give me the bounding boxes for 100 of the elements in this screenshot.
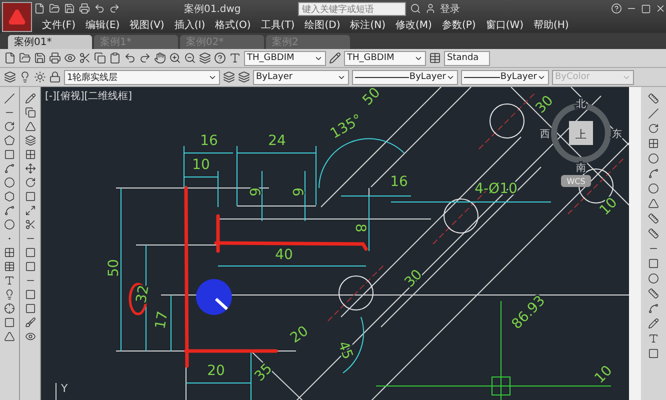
square-icon[interactable]: [4, 317, 16, 328]
lineweight-dropdown[interactable]: ByLayer: [461, 70, 549, 84]
curve-icon[interactable]: [4, 163, 16, 174]
view-cube-label[interactable]: 上: [575, 128, 586, 141]
ruler-icon[interactable]: [648, 288, 659, 299]
layers-icon[interactable]: [199, 52, 211, 64]
triangle-icon[interactable]: [24, 121, 36, 132]
menu-item[interactable]: 视图(V): [130, 18, 164, 32]
hatch-icon[interactable]: [4, 247, 16, 258]
menu-item[interactable]: 编辑(E): [86, 18, 120, 32]
dimension-style-dropdown[interactable]: TH_GBDIM: [344, 50, 426, 66]
compass-north[interactable]: 北: [576, 99, 586, 110]
brush-icon[interactable]: [24, 317, 36, 328]
login-link[interactable]: 登录: [440, 2, 460, 16]
scroll-bar[interactable]: [628, 87, 641, 400]
redo-icon[interactable]: [109, 3, 120, 14]
circle-icon[interactable]: [4, 177, 16, 188]
line-icon[interactable]: [4, 93, 16, 104]
curve-icon[interactable]: [648, 303, 659, 314]
ruler-icon[interactable]: [648, 228, 659, 239]
compass-west[interactable]: 西: [540, 129, 550, 140]
stretch-icon[interactable]: [24, 205, 36, 216]
menu-item[interactable]: 格式(O): [215, 18, 251, 32]
paste-icon[interactable]: [109, 52, 121, 64]
square-icon[interactable]: [648, 258, 659, 269]
folder-icon[interactable]: [19, 52, 31, 64]
menu-item[interactable]: 工具(T): [260, 18, 295, 32]
help-icon[interactable]: [214, 52, 226, 64]
circle-icon[interactable]: [648, 183, 659, 194]
eye-icon[interactable]: [24, 331, 36, 342]
circle-icon[interactable]: [648, 153, 659, 164]
menu-item[interactable]: 绘图(D): [304, 18, 340, 32]
spline-icon[interactable]: [4, 205, 16, 216]
pencil-icon[interactable]: [24, 93, 36, 104]
table-style-dropdown[interactable]: Standa: [444, 50, 490, 66]
ellipse-icon[interactable]: [4, 219, 16, 230]
trim-icon[interactable]: [24, 219, 36, 230]
preview-icon[interactable]: [64, 52, 76, 64]
text-icon[interactable]: [4, 275, 16, 286]
layers-icon[interactable]: [24, 135, 36, 146]
menu-item[interactable]: 插入(I): [174, 18, 206, 32]
pencil-icon[interactable]: [648, 318, 659, 329]
rectangle-icon[interactable]: [4, 149, 16, 160]
sun-icon[interactable]: [34, 71, 46, 83]
layers-icon[interactable]: [238, 71, 250, 83]
layer-dropdown[interactable]: 1轮廓实线层: [64, 70, 220, 84]
printer-icon[interactable]: [79, 3, 90, 14]
layers-icon[interactable]: [4, 71, 16, 83]
close-icon[interactable]: [655, 3, 666, 14]
menu-item[interactable]: 窗口(W): [486, 18, 524, 32]
bulb-icon[interactable]: [4, 289, 16, 300]
maximize-icon[interactable]: [641, 4, 651, 14]
arc-icon[interactable]: [648, 123, 659, 134]
dimension-style-icon[interactable]: [329, 52, 341, 64]
pan-icon[interactable]: [154, 52, 166, 64]
undo-icon[interactable]: [94, 3, 105, 14]
move-icon[interactable]: [24, 163, 36, 174]
viewport-label[interactable]: [-][俯视][二维线框]: [44, 91, 132, 102]
undo-icon[interactable]: [124, 52, 136, 64]
new-icon[interactable]: [4, 52, 16, 64]
menu-item[interactable]: 帮助(H): [534, 18, 569, 32]
compass-south[interactable]: 南: [576, 163, 586, 174]
lock-icon[interactable]: [49, 71, 61, 83]
slash-icon[interactable]: [648, 108, 659, 119]
grid-icon[interactable]: [648, 138, 659, 149]
table-style-icon[interactable]: [429, 52, 441, 64]
menu-item[interactable]: 修改(M): [396, 18, 432, 32]
redo-icon[interactable]: [139, 52, 151, 64]
save-icon[interactable]: [34, 52, 46, 64]
triangle-icon[interactable]: [4, 331, 16, 342]
text-icon[interactable]: [648, 333, 659, 344]
text-style-icon[interactable]: [229, 52, 241, 64]
menu-item[interactable]: 文件(F): [42, 18, 76, 32]
zoom-icon[interactable]: [169, 52, 181, 64]
text-style-dropdown[interactable]: TH_GBDIM: [244, 50, 326, 66]
user-icon[interactable]: [425, 3, 436, 14]
document-tab[interactable]: 案例01*: [8, 35, 92, 49]
ruler-icon[interactable]: [648, 93, 659, 104]
ucs-menu-tag[interactable]: [560, 175, 591, 187]
grid-icon[interactable]: [24, 149, 36, 160]
cut-icon[interactable]: [79, 52, 91, 64]
view-cube-face[interactable]: [568, 121, 593, 145]
zoom-out-icon[interactable]: [184, 52, 196, 64]
table-icon[interactable]: [4, 261, 16, 272]
hexagon-icon[interactable]: [4, 191, 16, 202]
arc-icon[interactable]: [4, 121, 16, 132]
app-logo-icon[interactable]: [2, 2, 32, 32]
polygon-icon[interactable]: [4, 135, 16, 146]
color-dropdown[interactable]: ByLayer: [253, 70, 349, 84]
search-field[interactable]: 键入关键字或短语: [298, 2, 406, 16]
search-icon[interactable]: [410, 3, 421, 14]
copy-icon[interactable]: [24, 107, 36, 118]
square-icon[interactable]: [648, 348, 659, 359]
circle-icon[interactable]: [648, 273, 659, 284]
bulb-icon[interactable]: [19, 71, 31, 83]
layers-icon[interactable]: [223, 71, 235, 83]
ruler-icon[interactable]: [648, 213, 659, 224]
linetype-dropdown[interactable]: ByLayer: [352, 70, 458, 84]
menu-item[interactable]: 参数(P): [442, 18, 476, 32]
crosshair-icon[interactable]: [4, 303, 16, 314]
